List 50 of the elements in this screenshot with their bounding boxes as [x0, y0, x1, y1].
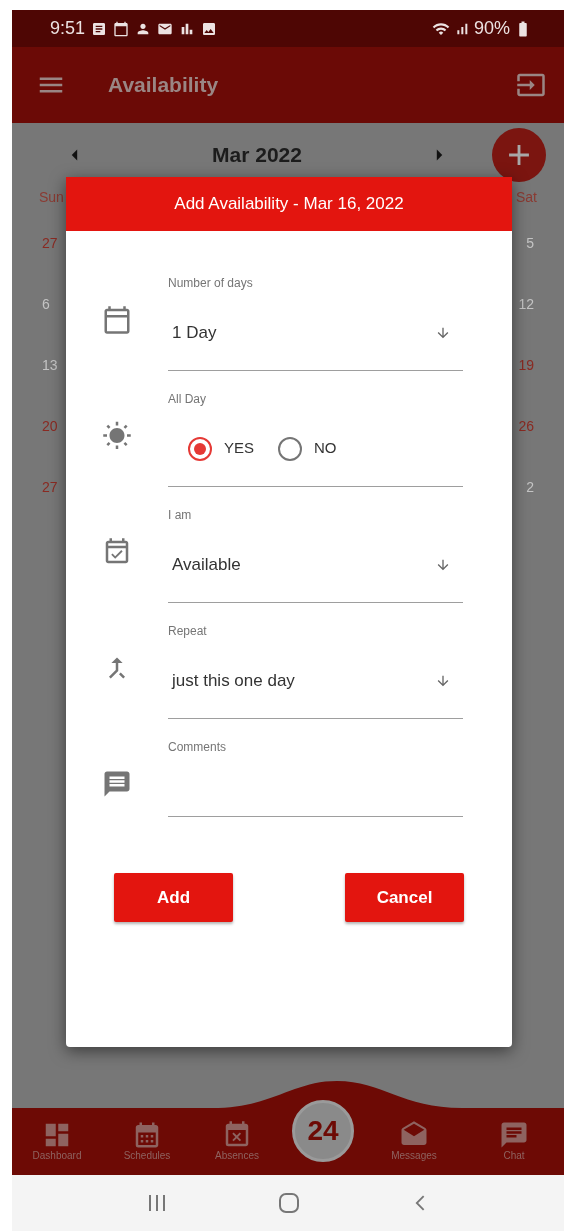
- field-label: Number of days: [168, 275, 254, 292]
- dialog-button[interactable]: Cancel: [345, 873, 464, 922]
- nav-item[interactable]: Absences: [197, 1120, 277, 1163]
- image-icon: [201, 20, 218, 37]
- field-label: Repeat: [168, 623, 208, 640]
- calendar-day[interactable]: 2: [526, 477, 534, 538]
- chat-icon: [499, 1120, 529, 1150]
- dropdown-field[interactable]: 1 Day: [168, 295, 463, 371]
- nav-item[interactable]: Messages: [374, 1120, 454, 1163]
- radio-button[interactable]: [188, 436, 212, 461]
- nav-item[interactable]: Dashboard: [17, 1120, 97, 1163]
- sun-icon: [102, 421, 132, 451]
- calendar-day[interactable]: 12: [518, 294, 534, 355]
- calendar-day[interactable]: 27: [42, 233, 58, 294]
- add-fab[interactable]: [492, 128, 546, 182]
- weekday-label: Sun: [39, 187, 64, 207]
- calendar-day[interactable]: 13: [42, 355, 58, 416]
- nav-item[interactable]: Schedules: [107, 1120, 187, 1163]
- calendar-day[interactable]: 26: [518, 416, 534, 477]
- calendar-day[interactable]: 20: [42, 416, 58, 477]
- radio-button[interactable]: [278, 436, 302, 461]
- nav-item[interactable]: Chat: [474, 1120, 554, 1163]
- field-label: I am: [168, 507, 193, 524]
- calendar-icon: [102, 305, 132, 335]
- battery-level: 90%: [473, 17, 510, 40]
- app-title: Availability: [108, 72, 220, 99]
- dialog-title: Add Availability - Mar 16, 2022: [174, 193, 404, 216]
- dropdown-value: just this one day: [170, 669, 295, 692]
- field-label: All Day: [168, 391, 207, 408]
- dialog-button[interactable]: Add: [114, 873, 233, 922]
- calendar-day[interactable]: 5: [526, 233, 534, 294]
- month-title: Mar 2022: [211, 142, 303, 169]
- calendar-day[interactable]: 6: [42, 294, 58, 355]
- calendar-icon: [113, 20, 130, 37]
- notification-icon: [91, 20, 108, 37]
- calendar-day[interactable]: 19: [518, 355, 534, 416]
- field-label: Comments: [168, 739, 227, 756]
- weekday-label: Sat: [516, 187, 537, 207]
- radio-label: YES: [224, 438, 254, 459]
- dropdown-value: Available: [171, 553, 241, 576]
- center-logo-button[interactable]: 24: [292, 1099, 354, 1162]
- dropdown-field[interactable]: Available: [168, 527, 463, 603]
- dropdown-value: 1 Day: [171, 321, 217, 344]
- calendar-day[interactable]: 27: [42, 477, 58, 538]
- home-icon[interactable]: [278, 1192, 300, 1214]
- status-time: 9:51: [50, 17, 86, 40]
- radio-label: NO: [314, 438, 337, 459]
- comment-icon: [102, 769, 132, 799]
- dropdown-field[interactable]: just this one day: [168, 643, 463, 719]
- recent-apps-icon[interactable]: [147, 1193, 168, 1213]
